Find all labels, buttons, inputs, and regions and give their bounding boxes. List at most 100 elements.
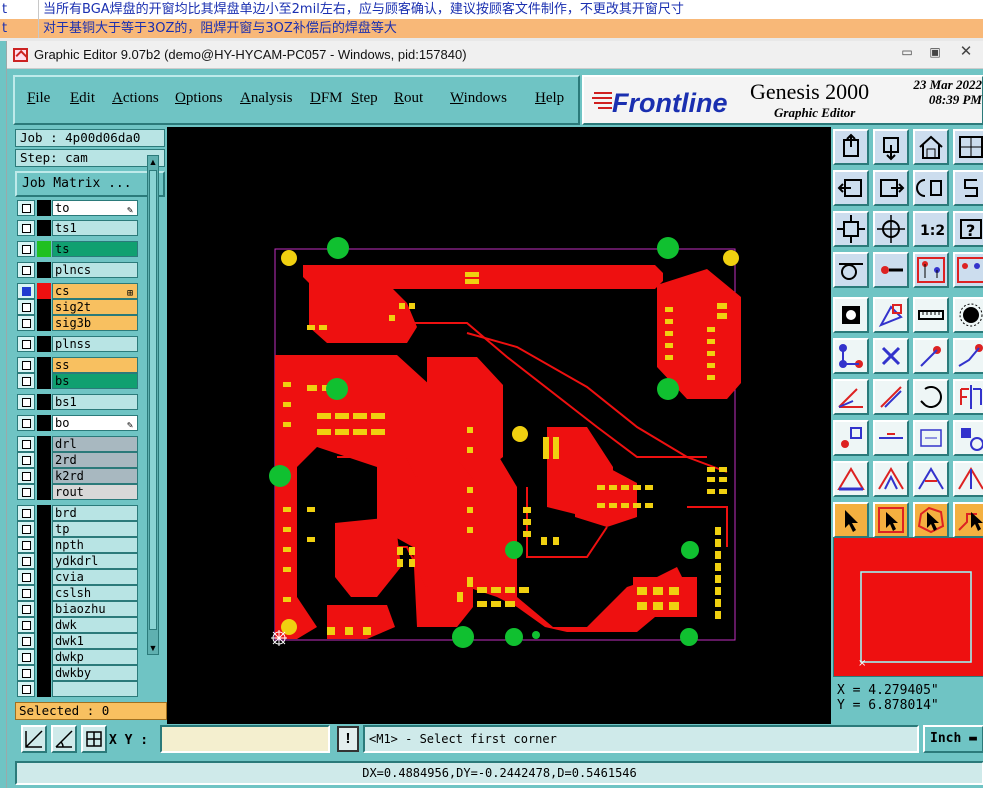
xy-input[interactable] xyxy=(160,725,330,753)
layer-name[interactable]: rout xyxy=(52,484,138,500)
layer-checkbox[interactable] xyxy=(17,452,35,468)
overview-map[interactable]: × xyxy=(833,537,983,677)
layer-row-cs[interactable]: cs ⊞ xyxy=(17,283,141,299)
dimension-icon[interactable] xyxy=(913,420,949,456)
line-add-icon[interactable] xyxy=(873,297,909,333)
layer-checkbox[interactable] xyxy=(17,262,35,278)
layer-row-dwkby[interactable]: dwkby xyxy=(17,665,141,681)
layer-checkbox[interactable] xyxy=(17,569,35,585)
layer-row-dwk[interactable]: dwk xyxy=(17,617,141,633)
select-box-icon[interactable] xyxy=(873,502,909,538)
split-icon[interactable] xyxy=(953,170,983,206)
triangle-icon[interactable] xyxy=(833,461,869,497)
layer-name[interactable]: brd xyxy=(52,505,138,521)
layer-checkbox[interactable] xyxy=(17,415,35,431)
unit-selector[interactable]: Inch ▬ xyxy=(923,725,983,753)
arc-icon[interactable] xyxy=(913,379,949,415)
home-icon[interactable] xyxy=(913,129,949,165)
layer-checkbox[interactable] xyxy=(17,283,35,299)
pcb-drawing[interactable] xyxy=(167,127,831,724)
angle-icon[interactable] xyxy=(833,379,869,415)
layer-checkbox[interactable] xyxy=(17,537,35,553)
layer-checkbox[interactable] xyxy=(17,553,35,569)
scroll-up-icon[interactable]: ▲ xyxy=(148,156,158,168)
step-down-icon[interactable] xyxy=(873,129,909,165)
layer-name[interactable]: ts xyxy=(52,241,138,257)
restore-icon[interactable]: ▣ xyxy=(921,43,949,61)
layer-checkbox[interactable] xyxy=(17,633,35,649)
layer-checkbox[interactable] xyxy=(17,681,35,697)
layer-name[interactable]: npth xyxy=(52,537,138,553)
title-bar[interactable]: Graphic Editor 9.07b2 (demo@HY-HYCAM-PC0… xyxy=(7,41,983,69)
menu-help[interactable]: Help xyxy=(535,90,564,107)
layer-checkbox[interactable] xyxy=(17,315,35,331)
layer-row-cvia[interactable]: cvia xyxy=(17,569,141,585)
layer-checkbox[interactable] xyxy=(17,394,35,410)
layer-name[interactable]: sig3b xyxy=(52,315,138,331)
layer-row-ts[interactable]: ts xyxy=(17,241,141,257)
minimize-icon[interactable]: ▭ xyxy=(893,43,921,61)
menu-step[interactable]: Step xyxy=(351,90,378,107)
layer-name[interactable]: sig2t xyxy=(52,299,138,315)
zoom-center-icon[interactable] xyxy=(873,211,909,247)
mirror-icon[interactable] xyxy=(953,379,983,415)
layer-checkbox[interactable] xyxy=(17,373,35,389)
layer-row-rout[interactable]: rout xyxy=(17,484,141,500)
layer-checkbox[interactable] xyxy=(17,585,35,601)
probe-icon[interactable] xyxy=(873,252,909,288)
scroll-thumb[interactable] xyxy=(149,170,157,630)
layer-row-tp[interactable]: tp xyxy=(17,521,141,537)
pan-left-icon[interactable] xyxy=(833,170,869,206)
layer-compare2-icon[interactable] xyxy=(953,252,983,288)
layer-row-ydkdrl[interactable]: ydkdrl xyxy=(17,553,141,569)
menu-rout[interactable]: Rout xyxy=(394,90,423,107)
snap-icon[interactable] xyxy=(833,420,869,456)
layer-row-to[interactable]: to ✎ xyxy=(17,200,141,216)
layer-name[interactable]: 2rd xyxy=(52,452,138,468)
close-icon[interactable]: ✕ xyxy=(952,43,980,61)
layer-row-biaozhu[interactable]: biaozhu xyxy=(17,601,141,617)
menu-analysis[interactable]: Analysis xyxy=(240,90,293,107)
layer-checkbox[interactable] xyxy=(17,336,35,352)
layer-checkbox[interactable] xyxy=(17,241,35,257)
layer-checkbox[interactable] xyxy=(17,649,35,665)
pad-add-icon[interactable] xyxy=(833,297,869,333)
menu-edit[interactable]: Edit xyxy=(70,90,95,107)
rotate-icon[interactable] xyxy=(953,420,983,456)
layer-row-sig2t[interactable]: sig2t xyxy=(17,299,141,315)
layer-checkbox[interactable] xyxy=(17,468,35,484)
window-icon[interactable] xyxy=(953,129,983,165)
layer-checkbox[interactable] xyxy=(17,484,35,500)
graphic-canvas[interactable] xyxy=(167,127,831,724)
layer-name[interactable]: k2rd xyxy=(52,468,138,484)
layer-name[interactable]: ss xyxy=(52,357,138,373)
layer-row-brd[interactable]: brd xyxy=(17,505,141,521)
layer-name[interactable]: bs xyxy=(52,373,138,389)
layer-row-bo[interactable]: bo ✎ xyxy=(17,415,141,431)
layer-row-sig3b[interactable]: sig3b xyxy=(17,315,141,331)
layer-name[interactable]: dwk xyxy=(52,617,138,633)
layer-name[interactable]: dwk1 xyxy=(52,633,138,649)
layer-checkbox[interactable] xyxy=(17,601,35,617)
layer-row-ss[interactable]: ss xyxy=(17,357,141,373)
net-select-icon[interactable] xyxy=(833,338,869,374)
layer-row-dwkp[interactable]: dwkp xyxy=(17,649,141,665)
layer-row-bs1[interactable]: bs1 xyxy=(17,394,141,410)
triangle4-icon[interactable] xyxy=(953,461,983,497)
layer-checkbox[interactable] xyxy=(17,665,35,681)
menu-windows[interactable]: Windows xyxy=(450,90,507,107)
layer-checkbox[interactable] xyxy=(17,505,35,521)
zoom-fit-icon[interactable] xyxy=(833,211,869,247)
layer-name[interactable]: ts1 xyxy=(52,220,138,236)
select-path-icon[interactable] xyxy=(953,502,983,538)
layer-checkbox[interactable] xyxy=(17,436,35,452)
extend-icon[interactable] xyxy=(953,338,983,374)
angle-mode-icon[interactable] xyxy=(51,725,77,753)
layer-checkbox[interactable] xyxy=(17,617,35,633)
layer-checkbox[interactable] xyxy=(17,357,35,373)
ruler-icon[interactable] xyxy=(913,297,949,333)
layer-name[interactable] xyxy=(52,681,138,697)
layer-name[interactable]: bo ✎ xyxy=(52,415,138,431)
triangle2-icon[interactable] xyxy=(873,461,909,497)
grid-mode-icon[interactable] xyxy=(81,725,107,753)
